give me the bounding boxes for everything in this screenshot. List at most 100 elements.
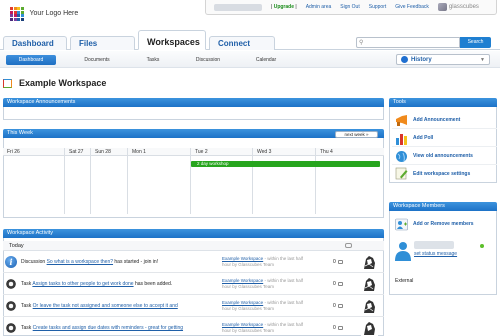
activity-row: Task Assign tasks to other people to get… bbox=[3, 274, 384, 295]
glasscubes-brand-text: glasscubes bbox=[448, 4, 479, 10]
tab-connect[interactable]: Connect bbox=[209, 36, 275, 50]
activity-workspace-link[interactable]: Example Workspace bbox=[222, 322, 263, 327]
announcements-panel bbox=[3, 107, 384, 120]
add-member-icon bbox=[395, 218, 408, 230]
activity-link[interactable]: So what is a workspace then? bbox=[47, 259, 113, 265]
calendar-day[interactable]: Wed 3 bbox=[253, 148, 316, 214]
activity-type: Task bbox=[21, 303, 32, 309]
member-name-redacted bbox=[414, 241, 454, 249]
tab-dashboard[interactable]: Dashboard bbox=[3, 36, 67, 50]
search-input[interactable]: ⚲ bbox=[356, 37, 460, 48]
week-calendar: Fri 26 Sat 27 Sun 28 Mon 1 Tue 2 Wed 3 T… bbox=[3, 148, 384, 214]
day-label: Thu 4 bbox=[316, 148, 384, 156]
calendar-day[interactable]: Thu 4 bbox=[316, 148, 384, 214]
comment-count[interactable]: 0 bbox=[333, 281, 343, 287]
add-remove-members-link[interactable]: Add or Remove members bbox=[392, 215, 497, 233]
workspace-icon bbox=[3, 78, 12, 88]
comment-count[interactable]: 0 bbox=[333, 259, 343, 265]
user-avatar-icon[interactable] bbox=[361, 276, 378, 293]
subnav-tasks[interactable]: Tasks bbox=[128, 55, 178, 65]
chevron-down-icon: ▼ bbox=[480, 56, 485, 63]
activity-link[interactable]: Create tasks and assign due dates with r… bbox=[33, 325, 183, 331]
edit-workspace-settings-link[interactable]: Edit workspace settings bbox=[392, 165, 497, 182]
sign-out-link[interactable]: Sign Out bbox=[340, 4, 359, 10]
comment-count-value: 0 bbox=[333, 325, 336, 331]
give-feedback-link[interactable]: Give Feedback bbox=[395, 4, 429, 10]
search-button[interactable]: Search bbox=[460, 37, 491, 48]
activity-by: hour by Glasscubes Team bbox=[222, 284, 274, 289]
comment-count-value: 0 bbox=[333, 303, 336, 309]
tab-files[interactable]: Files bbox=[70, 36, 135, 50]
activity-text: Task Or leave the task not assigned and … bbox=[21, 303, 178, 309]
activity-row: i Discussion So what is a workspace then… bbox=[3, 252, 384, 273]
company-logo[interactable]: Your Logo Here bbox=[10, 7, 78, 21]
activity-workspace-link[interactable]: Example Workspace bbox=[222, 300, 263, 305]
clock-icon bbox=[401, 56, 408, 63]
admin-area-link[interactable]: Admin area bbox=[306, 4, 332, 10]
activity-type: Task bbox=[21, 325, 32, 331]
activity-type: Task bbox=[21, 281, 32, 287]
workspace-subnav: Dashboard Documents Tasks Discussion Cal… bbox=[0, 51, 500, 68]
info-icon: i bbox=[5, 256, 17, 268]
user-avatar-icon[interactable] bbox=[361, 298, 378, 315]
user-avatar-icon[interactable] bbox=[361, 254, 378, 271]
member-avatar-icon[interactable] bbox=[394, 241, 412, 261]
history-dropdown[interactable]: History ▼ bbox=[396, 54, 490, 65]
this-week-panel-header: This Week bbox=[3, 129, 384, 138]
calendar-day[interactable]: Sat 27 bbox=[65, 148, 91, 214]
activity-when: - within the last half bbox=[264, 322, 303, 327]
day-label: Mon 1 bbox=[128, 148, 190, 156]
activity-by: hour by Glasscubes Team bbox=[222, 328, 274, 333]
search-form: ⚲ Search bbox=[356, 37, 491, 48]
upgrade-label[interactable]: Upgrade bbox=[274, 4, 294, 10]
activity-by: hour by Glasscubes Team bbox=[222, 262, 274, 267]
top-header: Your Logo Here | Upgrade | Admin area Si… bbox=[0, 0, 500, 28]
activity-workspace-link[interactable]: Example Workspace bbox=[222, 278, 263, 283]
tool-label: View old announcements bbox=[413, 153, 473, 159]
activity-text: Discussion So what is a workspace then? … bbox=[21, 259, 158, 265]
subnav-documents[interactable]: Documents bbox=[72, 55, 122, 65]
activity-row: Task Create tasks and assign due dates w… bbox=[3, 318, 384, 336]
comment-bubble-icon bbox=[337, 260, 343, 264]
subnav-discussion[interactable]: Discussion bbox=[183, 55, 233, 65]
user-bar: | Upgrade | Admin area Sign Out Support … bbox=[205, 0, 497, 15]
activity-link[interactable]: Assign tasks to other people to get work… bbox=[32, 281, 133, 287]
calendar-day[interactable]: Tue 2 bbox=[191, 148, 253, 214]
activity-text: Task Assign tasks to other people to get… bbox=[21, 281, 172, 287]
day-label: Wed 3 bbox=[253, 148, 315, 156]
activity-source: Example Workspace - within the last half… bbox=[222, 300, 322, 312]
comment-count[interactable]: 0 bbox=[333, 325, 343, 331]
online-status-icon bbox=[480, 244, 484, 248]
activity-link[interactable]: Or leave the task not assigned and someo… bbox=[33, 303, 178, 309]
gear-icon bbox=[5, 300, 17, 312]
support-link[interactable]: Support bbox=[369, 4, 387, 10]
activity-workspace-link[interactable]: Example Workspace bbox=[222, 256, 263, 261]
logo-mark-icon bbox=[10, 7, 24, 21]
activity-when: - within the last half bbox=[264, 256, 303, 261]
subnav-dashboard[interactable]: Dashboard bbox=[6, 55, 56, 65]
workspace-header: Example Workspace bbox=[3, 78, 106, 88]
calendar-day[interactable]: Sun 28 bbox=[91, 148, 128, 214]
calendar-day[interactable]: Mon 1 bbox=[128, 148, 191, 214]
add-poll-link[interactable]: Add Poll bbox=[392, 130, 497, 147]
add-announcement-link[interactable]: Add Announcement bbox=[392, 112, 497, 129]
next-week-button[interactable]: next week » bbox=[335, 131, 378, 138]
poll-chart-icon bbox=[396, 133, 407, 145]
comment-count-value: 0 bbox=[333, 281, 336, 287]
comment-count[interactable]: 0 bbox=[333, 303, 343, 309]
view-old-announcements-link[interactable]: View old announcements bbox=[392, 148, 497, 165]
history-label: History bbox=[411, 56, 432, 63]
user-avatar-icon[interactable] bbox=[361, 320, 378, 336]
day-label: Tue 2 bbox=[191, 148, 252, 156]
activity-suffix: has been added. bbox=[134, 281, 173, 287]
tool-label: Add Poll bbox=[413, 135, 434, 141]
subnav-calendar[interactable]: Calendar bbox=[241, 55, 291, 65]
calendar-event[interactable]: 2 day workshop bbox=[191, 161, 380, 167]
day-label: Sun 28 bbox=[91, 148, 127, 156]
calendar-day[interactable]: Fri 26 bbox=[3, 148, 65, 214]
activity-row: Task Or leave the task not assigned and … bbox=[3, 296, 384, 317]
set-status-link[interactable]: set status message bbox=[414, 251, 457, 257]
tab-workspaces[interactable]: Workspaces bbox=[138, 30, 206, 50]
gear-icon bbox=[5, 278, 17, 290]
upgrade-link[interactable]: | Upgrade | bbox=[271, 4, 297, 10]
